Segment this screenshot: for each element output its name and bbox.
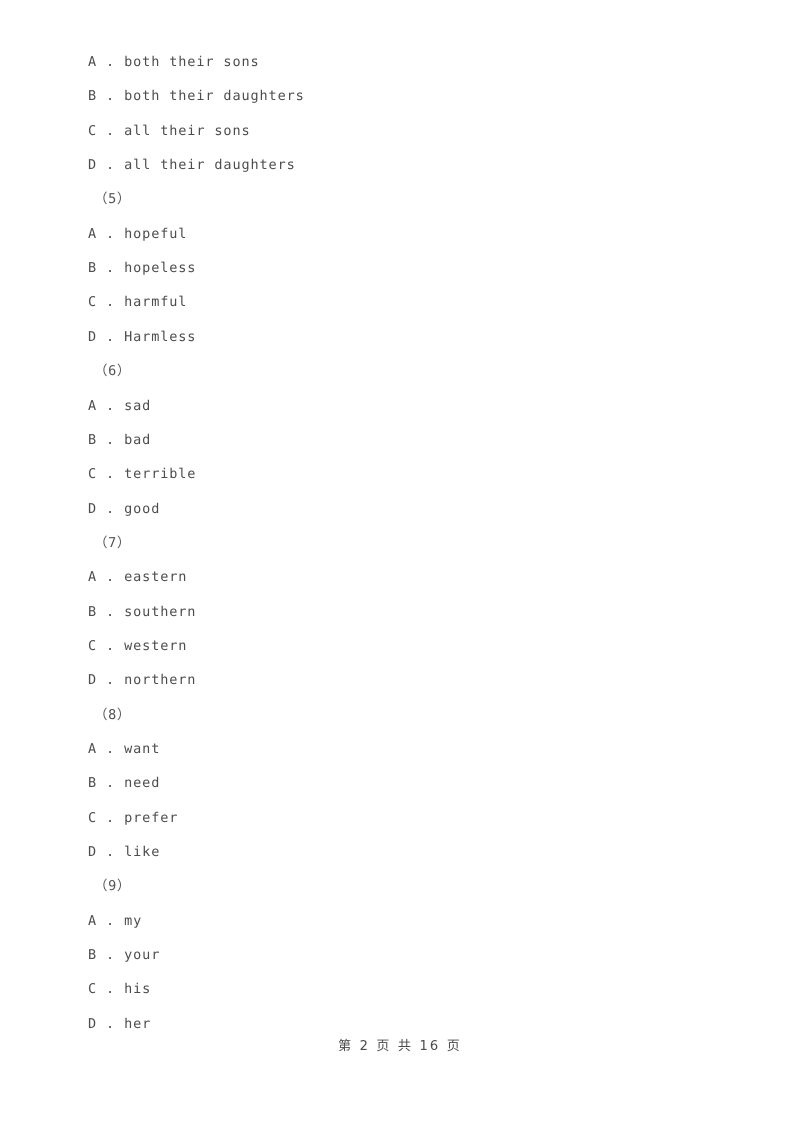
answer-option[interactable]: A . both their sons xyxy=(88,54,260,70)
answer-option[interactable]: A . my xyxy=(88,913,142,929)
answer-option[interactable]: D . her xyxy=(88,1016,151,1032)
answer-option[interactable]: D . all their daughters xyxy=(88,157,296,173)
answer-option[interactable]: D . northern xyxy=(88,672,196,688)
answer-option[interactable]: B . bad xyxy=(88,432,151,448)
answer-option[interactable]: D . good xyxy=(88,501,160,517)
answer-option[interactable]: B . hopeless xyxy=(88,260,196,276)
question-number: （9） xyxy=(94,878,131,895)
answer-option[interactable]: C . harmful xyxy=(88,294,187,310)
question-number: （5） xyxy=(94,191,131,208)
answer-option[interactable]: C . terrible xyxy=(88,466,196,482)
answer-option[interactable]: B . your xyxy=(88,947,160,963)
answer-option[interactable]: C . all their sons xyxy=(88,123,251,139)
answer-option[interactable]: A . eastern xyxy=(88,569,187,585)
document-page: A . both their sons B . both their daught… xyxy=(0,0,800,1132)
answer-option[interactable]: B . both their daughters xyxy=(88,88,305,104)
answer-option[interactable]: B . need xyxy=(88,775,160,791)
answer-option[interactable]: C . prefer xyxy=(88,810,178,826)
question-number: （6） xyxy=(94,363,131,380)
question-number: （7） xyxy=(94,534,131,551)
answer-option[interactable]: A . want xyxy=(88,741,160,757)
answer-option[interactable]: A . sad xyxy=(88,398,151,414)
page-footer: 第 2 页 共 16 页 xyxy=(338,1039,462,1054)
question-number: （8） xyxy=(94,706,131,723)
answer-option[interactable]: C . his xyxy=(88,981,151,997)
answer-option[interactable]: A . hopeful xyxy=(88,226,187,242)
answer-option[interactable]: B . southern xyxy=(88,604,196,620)
answer-option[interactable]: C . western xyxy=(88,638,187,654)
answer-option[interactable]: D . Harmless xyxy=(88,329,196,345)
answer-option[interactable]: D . like xyxy=(88,844,160,860)
